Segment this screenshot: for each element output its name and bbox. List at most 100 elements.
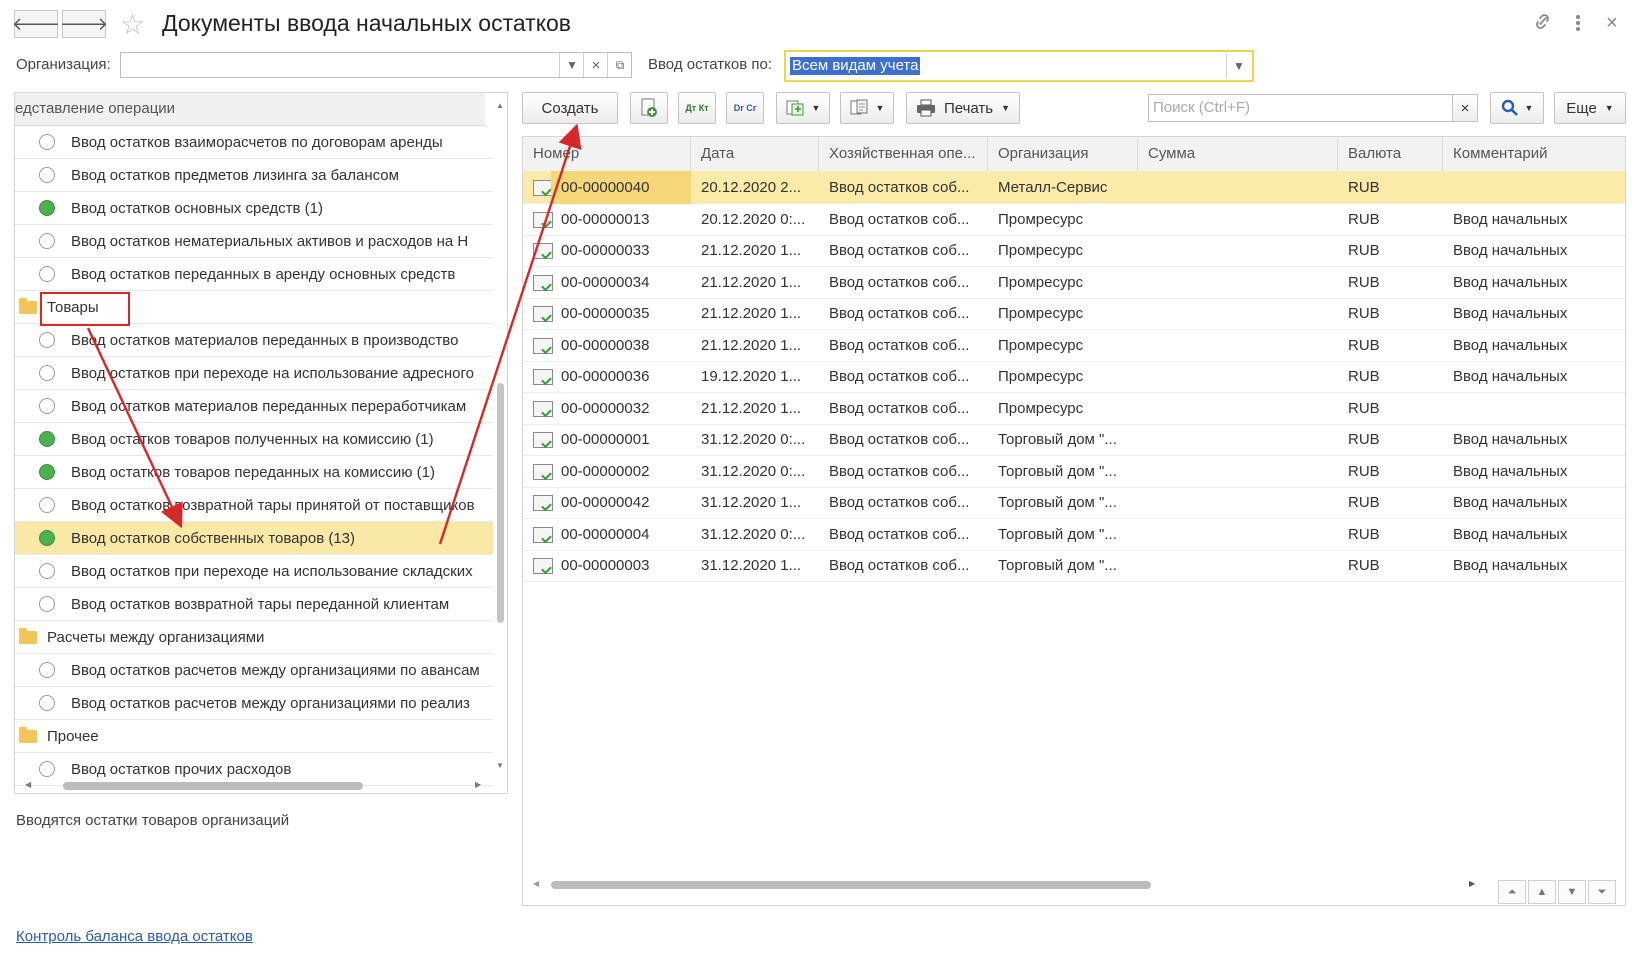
tree-item[interactable]: Ввод остатков переданных в аренду основн… <box>15 258 493 291</box>
column-header[interactable]: Номер <box>523 137 691 171</box>
clear-button[interactable]: × <box>583 53 608 77</box>
tree-item[interactable]: Ввод остатков материалов переданных пере… <box>15 390 493 423</box>
copy-button[interactable] <box>630 92 668 124</box>
tree-vertical-scrollbar[interactable]: ▲ ▼ <box>493 93 507 793</box>
dropdown-button[interactable]: ▼ <box>559 53 584 77</box>
posted-document-icon <box>533 526 553 543</box>
tree-folder[interactable]: Прочее <box>15 720 493 753</box>
close-button[interactable]: × <box>1606 12 1618 35</box>
search-button[interactable]: ▼ <box>1490 92 1544 124</box>
tree-folder[interactable]: Расчеты между организациями <box>15 621 493 654</box>
table-row[interactable]: 00-00000002 31.12.2020 0:... Ввод остатков… <box>523 455 1625 488</box>
table-row[interactable]: 00-00000032 21.12.2020 1... Ввод остатков … <box>523 392 1625 425</box>
cell-date: 21.12.2020 1... <box>701 273 802 291</box>
tree-item[interactable]: Ввод остатков материалов переданных в пр… <box>15 324 493 357</box>
star-icon[interactable]: ☆ <box>120 8 145 41</box>
next-row-button[interactable]: ▼ <box>1558 880 1586 904</box>
tree-item[interactable]: Ввод остатков собственных товаров (13) <box>15 522 493 555</box>
more-button[interactable]: Еще ▼ <box>1554 92 1626 124</box>
tree-item[interactable]: Ввод остатков нематериальных активов и р… <box>15 225 493 258</box>
last-row-button[interactable]: ⏷ <box>1588 880 1616 904</box>
cell-date: 21.12.2020 1... <box>701 242 802 259</box>
tree-item[interactable]: Ввод остатков расчетов между организация… <box>15 687 493 720</box>
scroll-right-icon[interactable]: ▶ <box>475 780 481 789</box>
tree-item[interactable]: Ввод остатков возвратной тары принятой о… <box>15 489 493 522</box>
column-header[interactable]: Дата <box>691 137 819 171</box>
tree-item-label: Ввод остатков нематериальных активов и р… <box>71 233 469 250</box>
cell-currency: RUB <box>1348 336 1380 354</box>
create-button[interactable]: Создать <box>522 92 618 124</box>
operation-tree[interactable]: едставление операции Ввод остатков взаим… <box>14 92 508 794</box>
entry-type-field[interactable]: Всем видам учета ▼ <box>784 50 1254 82</box>
table-row[interactable]: 00-00000013 20.12.2020 0:... Ввод остатков… <box>523 203 1625 236</box>
table-horizontal-scrollbar[interactable]: ◀ ▶ <box>533 879 1483 891</box>
previous-row-button[interactable]: ▲ <box>1528 880 1556 904</box>
first-row-button[interactable]: ⏶ <box>1498 880 1526 904</box>
column-header[interactable]: Сумма <box>1138 137 1338 171</box>
tree-item[interactable]: Ввод остатков при переходе на использова… <box>15 357 493 390</box>
tree-item[interactable]: Ввод остатков предметов лизинга за балан… <box>15 159 493 192</box>
tree-item[interactable]: Ввод остатков взаиморасчетов по договора… <box>15 126 493 159</box>
posted-document-icon <box>533 400 553 417</box>
column-header[interactable]: Валюта <box>1338 137 1443 171</box>
table-row[interactable]: 00-00000033 21.12.2020 1... Ввод остатков … <box>523 234 1625 267</box>
back-button[interactable]: 🡐 <box>12 10 60 38</box>
tree-scroll-thumb[interactable] <box>497 383 504 623</box>
cell-date: 31.12.2020 1... <box>701 557 802 574</box>
tree-item[interactable]: Ввод остатков основных средств (1) <box>15 192 493 225</box>
table-row[interactable]: 00-00000003 31.12.2020 1... Ввод остатков … <box>523 549 1625 582</box>
cell-number: 00-00000001 <box>561 431 650 448</box>
tree-item[interactable]: Ввод остатков товаров переданных на коми… <box>15 456 493 489</box>
more-vertical-icon[interactable] <box>1574 14 1582 37</box>
posted-document-icon <box>533 369 553 385</box>
table-hscroll-thumb[interactable] <box>551 881 1151 889</box>
table-row[interactable]: 00-00000001 31.12.2020 0:... Ввод остатков… <box>523 423 1625 456</box>
drcr-button[interactable]: Dr Cr <box>726 92 764 124</box>
cell-date: 31.12.2020 0:... <box>701 462 806 480</box>
column-header[interactable]: Хозяйственная опе... <box>819 137 988 171</box>
create-based-on-button[interactable]: ▼ <box>776 92 830 124</box>
open-button[interactable]: ⧉ <box>607 53 632 77</box>
entry-type-dropdown[interactable]: ▼ <box>1226 54 1251 78</box>
table-row[interactable]: 00-00000035 21.12.2020 1... Ввод остатков … <box>523 297 1625 330</box>
balance-control-link[interactable]: Контроль баланса ввода остатков <box>16 928 253 945</box>
tree-horizontal-scrollbar[interactable]: ◀ ▶ <box>15 777 493 793</box>
organization-field[interactable]: ▼ × ⧉ <box>120 52 632 78</box>
scroll-left-icon[interactable]: ◀ <box>533 879 539 888</box>
scroll-down-icon[interactable]: ▼ <box>496 761 504 770</box>
table-row[interactable]: 00-00000040 20.12.2020 2... Ввод остатков … <box>523 171 1625 204</box>
table-row[interactable]: 00-00000004 31.12.2020 0:... Ввод остатков… <box>523 518 1625 551</box>
table-row[interactable]: 00-00000042 31.12.2020 1... Ввод остатков … <box>523 486 1625 519</box>
radio-empty-icon <box>39 134 55 150</box>
scroll-up-icon[interactable]: ▲ <box>496 101 504 110</box>
dtkt-button[interactable]: Дт Кт <box>678 92 716 124</box>
column-header[interactable]: Организация <box>988 137 1138 171</box>
tree-hscroll-thumb[interactable] <box>63 782 363 790</box>
search-input[interactable]: Поиск (Ctrl+F) <box>1148 94 1478 122</box>
scroll-left-icon[interactable]: ◀ <box>25 780 31 789</box>
cell-operation: Ввод остатков соб... <box>829 494 970 511</box>
scroll-right-icon[interactable]: ▶ <box>1469 879 1475 888</box>
chevron-down-icon: ▼ <box>811 103 821 113</box>
forward-button[interactable]: 🡒 <box>59 10 109 38</box>
table-row[interactable]: 00-00000038 21.12.2020 1... Ввод остатков … <box>523 329 1625 362</box>
related-documents-button[interactable]: ▼ <box>840 92 894 124</box>
column-header[interactable]: Комментарий <box>1443 137 1625 171</box>
tree-item-label: Ввод остатков собственных товаров (13) <box>71 530 356 547</box>
tree-item[interactable]: Ввод остатков расчетов между организация… <box>15 654 493 687</box>
cell-comment: Ввод начальных <box>1453 210 1568 228</box>
forward-arrow-icon: 🡒 <box>59 13 109 34</box>
folder-icon <box>19 727 37 743</box>
link-icon[interactable] <box>1532 12 1554 37</box>
table-row[interactable]: 00-00000036 19.12.2020 1... Ввод остатков … <box>523 360 1625 393</box>
tree-item[interactable]: Ввод остатков возвратной тары переданной… <box>15 588 493 621</box>
documents-table[interactable]: Номер Дата Хозяйственная опе... Организация… <box>522 136 1626 906</box>
tree-item[interactable]: Ввод остатков товаров полученных на коми… <box>15 423 493 456</box>
print-button[interactable]: Печать ▼ <box>906 92 1020 124</box>
posted-document-icon <box>533 274 553 291</box>
cell-comment <box>1443 392 1625 425</box>
search-clear-button[interactable]: × <box>1452 94 1478 122</box>
tree-item[interactable]: Ввод остатков при переходе на использова… <box>15 555 493 588</box>
add-document-icon <box>641 98 657 117</box>
table-row[interactable]: 00-00000034 21.12.2020 1... Ввод остатков … <box>523 266 1625 299</box>
